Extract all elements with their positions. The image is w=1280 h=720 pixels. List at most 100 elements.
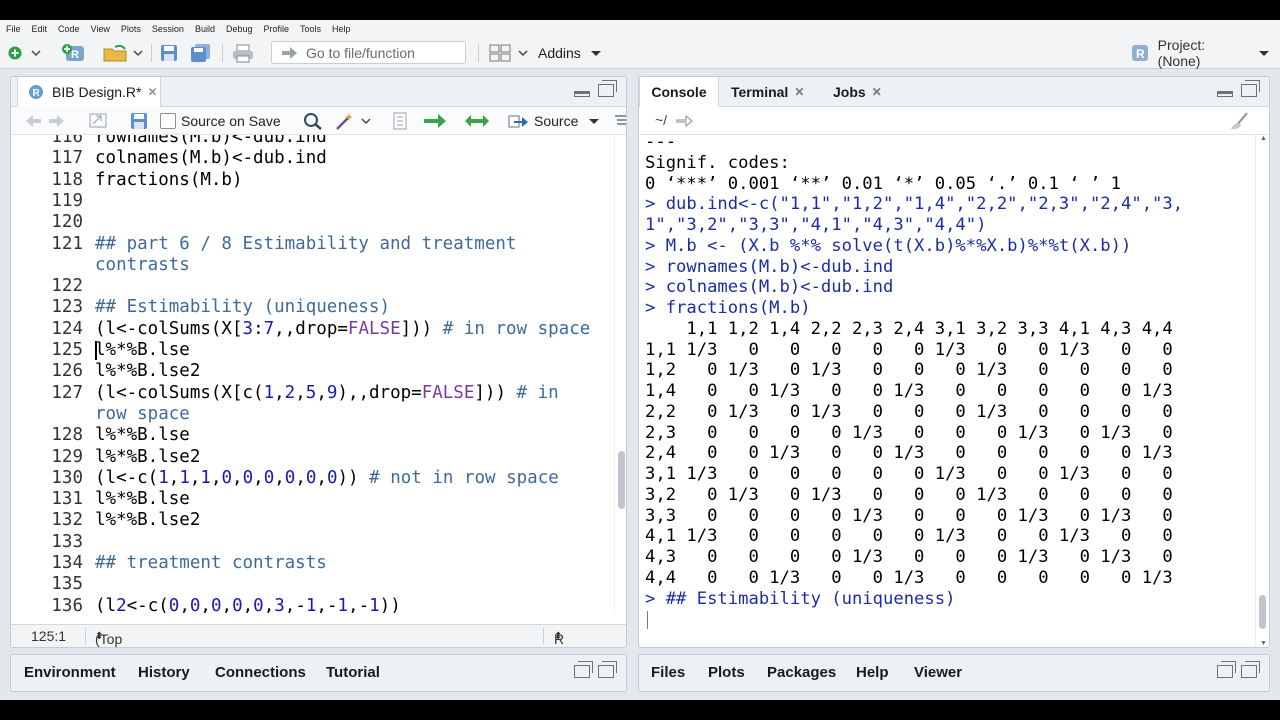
outline-icon[interactable] [613,113,627,129]
console-output-line: 3,3 0 0 0 0 1/3 0 0 0 1/3 0 1/3 0 [645,505,1173,526]
compile-report-icon[interactable] [391,112,409,130]
close-tab-icon[interactable]: ✕ [872,85,882,99]
checkbox-box[interactable] [160,113,176,129]
maximize-pane-icon[interactable] [598,80,617,97]
menu-code[interactable]: Code [58,24,80,34]
code-text: l%*%B.lse2 [95,361,201,382]
goto-arrow-icon [282,46,297,59]
tab-connections[interactable]: Connections [215,655,306,689]
restore-pane-icon[interactable] [574,661,593,678]
line-number: 116 [51,135,83,147]
close-tab-icon[interactable]: ✕ [794,85,804,99]
source-on-save-checkbox[interactable]: Source on Save [160,113,281,129]
run-line-icon[interactable] [422,112,448,130]
open-file-button[interactable] [101,42,143,64]
menu-file[interactable]: File [6,24,21,34]
scroll-down-icon[interactable]: ▼ [1260,640,1267,647]
save-icon [161,45,177,61]
restore-pane-icon[interactable] [1217,661,1236,678]
code-text: ## Estimability (uniqueness) [95,297,391,318]
maximize-pane-icon[interactable] [1241,661,1260,678]
tab-terminal[interactable]: Terminal ✕ [731,77,804,107]
editor-scroll-thumb[interactable] [618,451,625,509]
goto-directory-icon[interactable] [675,113,693,129]
save-icon[interactable] [130,112,148,130]
line-number: 118 [51,169,83,190]
maximize-pane-icon[interactable] [1241,80,1260,97]
menu-edit[interactable]: Edit [32,24,48,34]
tab-tutorial[interactable]: Tutorial [326,655,380,689]
pane-window-controls [1217,80,1260,97]
scroll-up-icon[interactable]: ▲ [1260,135,1267,142]
console-output-line: 0 ‘***’ 0.001 ‘**’ 0.01 ‘*’ 0.05 ‘.’ 0.1… [645,173,1121,194]
tab-plots[interactable]: Plots [708,655,745,689]
goto-file-function-input[interactable]: Go to file/function [271,41,466,64]
line-number: 132 [51,510,83,531]
console-scroll-thumb[interactable] [1259,595,1266,629]
menu-tools[interactable]: Tools [300,24,321,34]
line-number: 129 [51,446,83,467]
svg-text:R: R [1136,47,1145,61]
menu-bar: File Edit Code View Plots Session Build Debug Pr… [0,20,1280,37]
maximize-pane-icon[interactable] [598,661,617,678]
tab-label: Tutorial [326,663,380,681]
tab-jobs[interactable]: Jobs ✕ [833,77,882,107]
tab-console[interactable]: Console [639,77,719,107]
tab-help[interactable]: Help [856,655,889,689]
clear-console-icon[interactable] [1227,111,1251,131]
tab-viewer[interactable]: Viewer [914,655,962,689]
source-button[interactable]: Source [504,110,604,132]
menu-build[interactable]: Build [195,24,215,34]
search-icon[interactable] [303,112,323,130]
menu-profile[interactable]: Profile [264,24,290,34]
menu-session[interactable]: Session [152,24,184,34]
console-output[interactable]: --- Signif. codes: 0 ‘***’ 0.001 ‘**’ 0.01… [645,135,1255,635]
console-scrollbar[interactable]: ▲ ▼ [1255,135,1269,647]
addins-menu[interactable]: Addins [538,42,604,64]
tab-label: BIB Design.R* [52,84,142,100]
source-label: Source [534,113,579,129]
console-input-line: > fractions(M.b) [645,298,811,318]
save-button[interactable] [158,42,180,64]
menu-debug[interactable]: Debug [226,24,253,34]
save-all-button[interactable] [189,42,213,64]
close-tab-icon[interactable]: ✕ [147,85,157,99]
tab-packages[interactable]: Packages [767,655,836,689]
code-editor[interactable]: 116 rownames(M.b)<-dub.ind 117 colnames(M.b… [11,135,626,613]
status-divider [85,628,86,644]
menu-plots[interactable]: Plots [121,24,141,34]
new-project-button[interactable]: R [60,42,88,64]
new-file-button[interactable] [6,42,42,64]
source-tabbar: R BIB Design.R* ✕ [11,77,626,107]
code-text: (l<-colSums(X[c(1,2,5,9),,drop=FALSE])) … [95,382,559,403]
grid-panes-icon [489,44,528,62]
tab-environment[interactable]: Environment [24,655,116,689]
source-arrow-icon [508,115,528,128]
nav-back-forward-icon[interactable] [23,113,71,129]
menu-help[interactable]: Help [332,24,351,34]
show-in-window-icon[interactable] [87,112,109,130]
rerun-icon[interactable] [463,112,491,130]
updown-icon: ⬍ [554,631,563,642]
tab-history[interactable]: History [138,655,190,689]
code-text: l%*%B.lse2 [95,510,201,531]
project-label: Project: (None) [1157,37,1206,69]
editor-scrollbar[interactable] [614,135,626,613]
minimize-pane-icon[interactable] [574,90,590,97]
tab-label: Environment [24,663,116,681]
source-pane: R BIB Design.R* ✕ Source on Save Source … [10,76,627,648]
console-output-line: 3,1 1/3 0 0 0 0 0 1/3 0 0 1/3 0 0 [645,464,1173,484]
minimize-pane-icon[interactable] [1217,90,1233,97]
magic-wand-icon[interactable] [334,111,372,131]
workspace-panes-button[interactable] [487,42,531,64]
print-button[interactable] [230,42,256,64]
tab-bib-design[interactable]: R BIB Design.R* ✕ [17,77,161,107]
tab-files[interactable]: Files [651,655,685,689]
project-icon: R [1132,45,1148,61]
rstudio-window: File Edit Code View Plots Session Build Debug Pr… [0,20,1280,700]
chevron-down-icon [590,51,601,56]
code-text: ## part 6 / 8 Estimability and treatment [95,233,517,254]
project-menu[interactable]: R Project: (None) [1130,37,1270,69]
tab-label: History [138,663,190,681]
menu-view[interactable]: View [91,24,110,34]
